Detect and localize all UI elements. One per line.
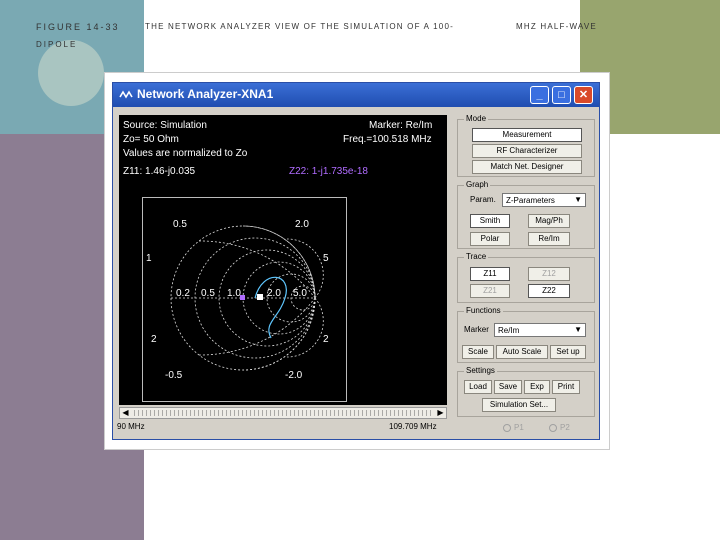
smith-button[interactable]: Smith: [470, 214, 510, 228]
set-up-button[interactable]: Set up: [550, 345, 586, 359]
decorative-circle: [38, 40, 104, 106]
maximize-button[interactable]: □: [552, 86, 571, 104]
z11-readout: Z11: 1.46-j0.035: [123, 166, 196, 177]
radio-icon: [503, 423, 511, 432]
label-x5-right: 5: [323, 253, 329, 264]
label-x05-bot: -0.5: [165, 370, 183, 381]
functions-group: Functions Marker Re/Im ▼ Scale Auto Scal…: [457, 306, 595, 363]
trace-z21-button[interactable]: Z21: [470, 284, 510, 298]
match-net-designer-button[interactable]: Match Net. Designer: [472, 160, 582, 174]
minimize-button[interactable]: _: [530, 86, 549, 104]
settings-group-title: Settings: [464, 366, 497, 375]
rf-characterizer-button[interactable]: RF Characterizer: [472, 144, 582, 158]
chevron-down-icon: ▼: [574, 325, 582, 334]
scroll-left-arrow-icon[interactable]: ◀: [120, 408, 131, 418]
frequency-scrollbar[interactable]: ◀ ▶: [119, 407, 447, 419]
export-button[interactable]: Exp: [524, 380, 550, 394]
network-analyzer-window: Network Analyzer-XNA1 _ □ ✕ Source: Simu…: [112, 82, 600, 440]
label-r20: 2.0: [267, 288, 281, 299]
z22-readout: Z22: 1-j1.735e-18: [289, 166, 368, 177]
marker-label: Marker: [464, 325, 489, 334]
close-button[interactable]: ✕: [574, 86, 593, 104]
re-im-button[interactable]: Re/Im: [528, 232, 570, 246]
mode-group: Mode Measurement RF Characterizer Match …: [457, 114, 595, 177]
figure-caption-dipole: DIPOLE: [36, 40, 78, 49]
app-icon: [119, 90, 133, 99]
label-x1-left: 1: [146, 253, 152, 264]
label-x20-bot: -2.0: [285, 370, 303, 381]
freq-axis-end: 109.709 MHz: [389, 422, 437, 431]
auto-scale-button[interactable]: Auto Scale: [496, 345, 548, 359]
port-p1-label: P1: [514, 423, 524, 432]
settings-group: Settings Load Save Exp Print Simulation …: [457, 366, 595, 417]
port-p2-radio[interactable]: P2: [549, 423, 570, 432]
label-r10: 1.0: [227, 288, 241, 299]
z11-marker: [257, 294, 263, 300]
scale-button[interactable]: Scale: [462, 345, 494, 359]
label-x2-left: 2: [151, 334, 157, 345]
marker-select[interactable]: Re/Im ▼: [494, 323, 586, 337]
label-x2-right: 2: [323, 334, 329, 345]
trace-z22-button[interactable]: Z22: [528, 284, 570, 298]
graph-group: Graph Param. Z-Parameters ▼ Smith Mag/Ph…: [457, 180, 595, 249]
radio-icon: [549, 423, 557, 432]
marker-text: Marker: Re/Im: [369, 120, 433, 131]
label-x05-top: 0.5: [173, 219, 187, 230]
smith-chart-grid: 0.2 0.5 1.0 2.0 5.0 0.5 2.0 5 1 2 2 -0.5…: [146, 219, 329, 381]
figure-caption-label: FIGURE 14-33: [36, 22, 120, 32]
chevron-down-icon: ▼: [574, 195, 582, 204]
param-select[interactable]: Z-Parameters ▼: [502, 193, 586, 207]
title-bar[interactable]: Network Analyzer-XNA1 _ □ ✕: [113, 83, 599, 107]
figure-caption-tail: MHZ HALF-WAVE: [516, 22, 597, 31]
z11-trace: [254, 276, 287, 339]
trace-group: Trace Z11 Z12 Z21 Z22: [457, 252, 595, 303]
param-label: Param.: [470, 195, 496, 204]
mag-ph-button[interactable]: Mag/Ph: [528, 214, 570, 228]
freq-axis-start: 90 MHz: [117, 422, 145, 431]
zo-text: Zo= 50 Ohm: [123, 134, 179, 145]
trace-z11-button[interactable]: Z11: [470, 267, 510, 281]
trace-group-title: Trace: [464, 252, 489, 261]
scroll-track[interactable]: [134, 410, 432, 416]
print-button[interactable]: Print: [552, 380, 580, 394]
scope-display: Source: Simulation Marker: Re/Im Zo= 50 …: [119, 115, 447, 405]
x-arc-2-bot: [286, 297, 324, 358]
param-select-value: Z-Parameters: [506, 196, 555, 205]
port-p2-label: P2: [560, 423, 570, 432]
trace-z12-button[interactable]: Z12: [528, 267, 570, 281]
mode-group-title: Mode: [464, 114, 489, 123]
functions-group-title: Functions: [464, 306, 503, 315]
load-button[interactable]: Load: [464, 380, 492, 394]
figure-caption-text: THE NETWORK ANALYZER VIEW OF THE SIMULAT…: [145, 22, 454, 31]
label-r05: 0.5: [201, 288, 215, 299]
window-title: Network Analyzer-XNA1: [137, 87, 274, 101]
marker-select-value: Re/Im: [498, 326, 520, 335]
simulation-set-button[interactable]: Simulation Set...: [482, 398, 556, 412]
source-text: Source: Simulation: [123, 120, 207, 131]
save-button[interactable]: Save: [494, 380, 522, 394]
label-r02: 0.2: [176, 288, 190, 299]
label-x20-top: 2.0: [295, 219, 309, 230]
port-p1-radio[interactable]: P1: [503, 423, 524, 432]
freq-text: Freq.=100.518 MHz: [343, 134, 432, 145]
normalized-text: Values are normalized to Zo: [123, 148, 248, 159]
measurement-button[interactable]: Measurement: [472, 128, 582, 142]
polar-button[interactable]: Polar: [470, 232, 510, 246]
scroll-right-arrow-icon[interactable]: ▶: [435, 408, 446, 418]
smith-chart: 0.2 0.5 1.0 2.0 5.0 0.5 2.0 5 1 2 2 -0.5…: [142, 197, 347, 402]
graph-group-title: Graph: [464, 180, 491, 189]
label-r50: 5.0: [293, 288, 307, 299]
